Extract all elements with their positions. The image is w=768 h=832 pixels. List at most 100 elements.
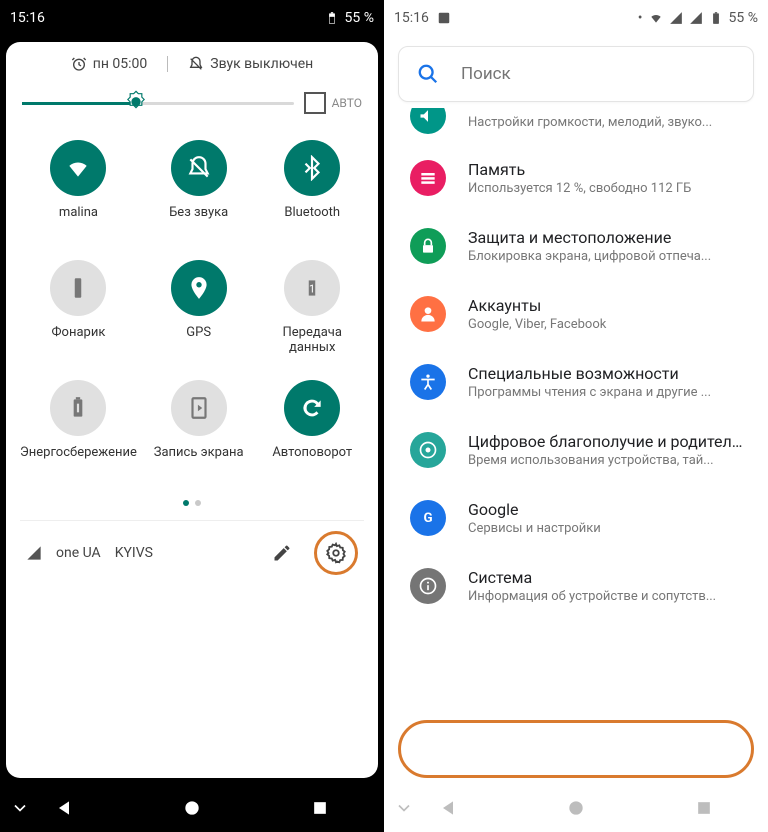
status-time: 15:16 [10, 10, 45, 26]
qs-footer: one UA KYIVS [20, 520, 364, 585]
nosound-icon [186, 155, 212, 181]
qs-tile-gps[interactable]: GPS [147, 260, 251, 370]
setting-row-sound[interactable]: Настройки громкости, мелодий, звуко... [384, 108, 768, 144]
status-bar: 15:16 • 55 % [384, 0, 768, 36]
phone-right: 15:16 • 55 % Поиск Настройки громкости, … [384, 0, 768, 832]
tile-label: Bluetooth [284, 206, 340, 221]
svg-text:1: 1 [309, 282, 315, 295]
setting-text: Специальные возможностиПрограммы чтения … [468, 364, 748, 400]
record-icon [186, 395, 212, 421]
status-battery: 55 % [729, 10, 758, 26]
battery-icon [325, 11, 339, 25]
tile-label: Без звука [169, 206, 228, 221]
setting-icon: G [410, 500, 446, 536]
qs-tile-nosound[interactable]: Без звука [147, 140, 251, 250]
qs-tile-bluetooth[interactable]: Bluetooth [260, 140, 364, 250]
chevron-down-icon[interactable] [10, 798, 30, 818]
tile-label: Запись экрана [154, 446, 244, 461]
setting-title: Система [468, 568, 748, 587]
lock-icon [418, 236, 438, 256]
setting-row-lock[interactable]: Защита и местоположение Блокировка экрана… [384, 212, 768, 280]
checkbox-icon [304, 92, 326, 114]
setting-row-info[interactable]: СистемаИнформация об устройстве и сопутс… [384, 552, 768, 620]
setting-sub: Блокировка экрана, цифровой отпеча... [468, 249, 748, 264]
flashlight-icon [65, 275, 91, 301]
qs-tile-record[interactable]: Запись экрана [147, 380, 251, 490]
tile-circle: 1 [284, 260, 340, 316]
dot [183, 500, 189, 506]
tile-circle [284, 380, 340, 436]
setting-row-a11y[interactable]: Специальные возможностиПрограммы чтения … [384, 348, 768, 416]
tile-circle [50, 260, 106, 316]
carrier2: KYIVS [115, 545, 153, 561]
settings-button[interactable] [318, 535, 354, 571]
recents-button[interactable] [310, 798, 330, 818]
pencil-icon [272, 543, 292, 563]
storage-icon [418, 168, 438, 188]
tile-circle [171, 140, 227, 196]
edit-button[interactable] [264, 535, 300, 571]
settings-button-highlight [314, 531, 358, 575]
setting-sub: Сервисы и настройки [468, 521, 748, 536]
signal-icon [26, 545, 42, 561]
tile-circle [171, 380, 227, 436]
qs-tile-rotate[interactable]: Автоповорот [260, 380, 364, 490]
brightness-icon [122, 89, 150, 117]
setting-sub: Время использования устройства, тай... [468, 453, 748, 468]
sound-text: Звук выключен [210, 56, 313, 72]
google-icon: G [418, 508, 438, 528]
auto-brightness[interactable]: АВТО [304, 92, 362, 114]
setting-icon [410, 228, 446, 264]
setting-title: Цифровое благополучие и родитель... [468, 432, 748, 451]
setting-sub: Настройки громкости, мелодий, звуко... [468, 115, 748, 130]
setting-row-google[interactable]: G Google Сервисы и настройки [384, 484, 768, 552]
a11y-icon [418, 372, 438, 392]
wifi-icon [65, 155, 91, 181]
qs-tile-wifi[interactable]: malina [20, 140, 137, 250]
tile-label: malina [59, 206, 98, 221]
bluetooth-icon [299, 155, 325, 181]
gear-icon [325, 542, 347, 564]
page-dots [20, 500, 364, 506]
status-icons: • 55 % [638, 10, 758, 26]
separator [167, 56, 168, 72]
back-button[interactable] [438, 798, 458, 818]
qs-tile-data[interactable]: 1Передача данных [260, 260, 364, 370]
setting-sub: Google, Viber, Facebook [468, 317, 748, 332]
brightness-slider[interactable] [22, 102, 294, 105]
setting-text: Настройки громкости, мелодий, звуко... [468, 115, 748, 130]
status-battery: 55 % [345, 10, 374, 26]
settings-list[interactable]: Настройки громкости, мелодий, звуко... П… [384, 108, 768, 784]
setting-title: Google [468, 500, 748, 519]
setting-row-wellbeing[interactable]: Цифровое благополучие и родитель... Время… [384, 416, 768, 484]
quick-settings-panel: пн 05:00 Звук выключен АВТО malinaБез з [6, 42, 378, 778]
setting-icon [410, 568, 446, 604]
status-left: 15:16 [394, 10, 451, 26]
chevron-down-icon[interactable] [394, 798, 414, 818]
search-icon [417, 63, 439, 85]
qs-tile-battery[interactable]: Энергосбережение [20, 380, 137, 490]
dot [195, 500, 201, 506]
alarm-chip[interactable]: пн 05:00 [71, 56, 148, 72]
android-navbar [384, 784, 768, 832]
qs-tile-flashlight[interactable]: Фонарик [20, 260, 137, 370]
wifi-icon [649, 11, 663, 25]
gps-icon [186, 275, 212, 301]
auto-label: АВТО [332, 96, 362, 110]
setting-title: Защита и местоположение [468, 228, 748, 247]
search-bar[interactable]: Поиск [398, 46, 754, 102]
setting-text: ПамятьИспользуется 12 %, свободно 112 ГБ [468, 160, 748, 196]
setting-row-person[interactable]: АккаунтыGoogle, Viber, Facebook [384, 280, 768, 348]
setting-sub: Программы чтения с экрана и другие ... [468, 385, 748, 400]
home-button[interactable] [566, 798, 586, 818]
android-navbar [0, 784, 384, 832]
back-button[interactable] [54, 798, 74, 818]
home-button[interactable] [182, 798, 202, 818]
recents-button[interactable] [694, 798, 714, 818]
person-icon [418, 304, 438, 324]
data-icon: 1 [299, 275, 325, 301]
battery-icon [709, 11, 723, 25]
slider-thumb[interactable] [119, 86, 153, 120]
setting-row-storage[interactable]: ПамятьИспользуется 12 %, свободно 112 ГБ [384, 144, 768, 212]
sound-chip[interactable]: Звук выключен [188, 56, 313, 72]
